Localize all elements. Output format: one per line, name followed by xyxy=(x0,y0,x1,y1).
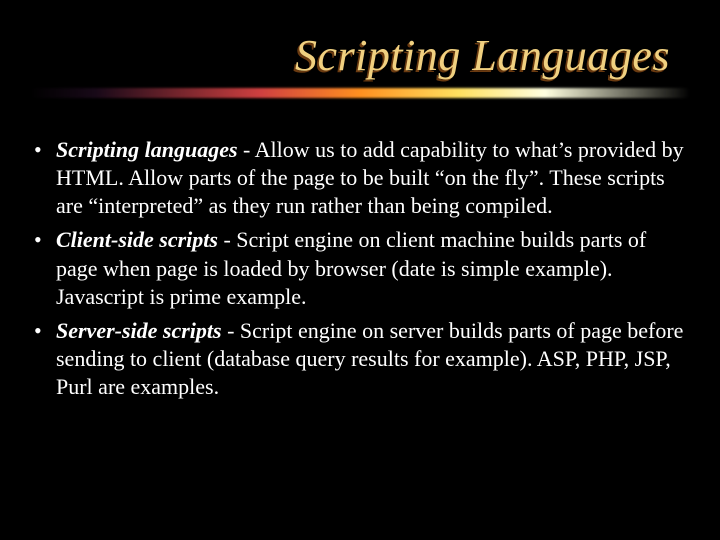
slide: Scripting Languages Scripting Languages … xyxy=(0,0,720,540)
bullet-term: Client-side scripts xyxy=(56,227,218,252)
bullet-term: Server-side scripts xyxy=(56,318,222,343)
slide-body: Scripting languages - Allow us to add ca… xyxy=(30,136,690,401)
bullet-term: Scripting languages xyxy=(56,137,238,162)
title-area: Scripting Languages Scripting Languages xyxy=(30,30,690,81)
title-underline xyxy=(30,88,690,98)
bullet-list: Scripting languages - Allow us to add ca… xyxy=(30,136,690,401)
list-item: Client-side scripts - Script engine on c… xyxy=(30,226,690,310)
list-item: Server-side scripts - Script engine on s… xyxy=(30,317,690,401)
list-item: Scripting languages - Allow us to add ca… xyxy=(30,136,690,220)
slide-title: Scripting Languages xyxy=(30,30,670,81)
